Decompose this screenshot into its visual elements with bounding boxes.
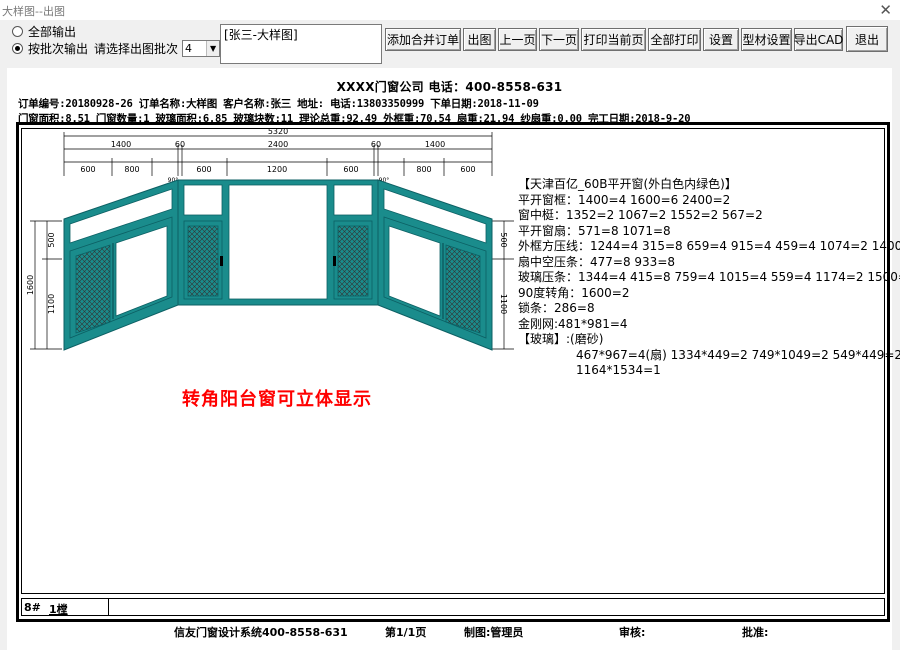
dim-sub-4: 1200 xyxy=(267,165,287,174)
drawing-list[interactable]: [张三-大样图] xyxy=(220,24,382,64)
radio-all-output[interactable]: 全部输出 xyxy=(12,23,76,40)
dim-left-top: 500 xyxy=(47,232,56,247)
next-page-button[interactable]: 下一页 xyxy=(539,28,579,51)
window-quantity: 1樘 xyxy=(49,603,68,616)
dim-top-1: 1400 xyxy=(111,140,131,149)
batch-select[interactable]: 4 ▼ xyxy=(182,40,221,57)
row-divider xyxy=(108,599,109,615)
dim-top-5: 1400 xyxy=(425,140,445,149)
window-number: 8# xyxy=(24,601,41,614)
radio-all-icon[interactable] xyxy=(12,26,23,37)
spec-title: 【天津百亿_60B平开窗(外白色内绿色)】 xyxy=(518,177,737,191)
dim-total: 5320 xyxy=(268,129,288,136)
footer-review: 审核: xyxy=(619,626,646,639)
material-specs: 【天津百亿_60B平开窗(外白色内绿色)】 平开窗框：1400=4 1600=6… xyxy=(518,177,900,379)
radio-batch-output[interactable]: 按批次输出 请选择出图批次 4 ▼ xyxy=(12,40,221,57)
order-info-line: 订单编号:20180928-26 订单名称:大样图 客户名称:张三 地址: 电话… xyxy=(18,98,539,110)
profile-settings-button[interactable]: 型材设置 xyxy=(741,28,792,51)
glass-label: 【玻璃】:(磨砂) xyxy=(518,332,604,346)
close-icon[interactable]: ✕ xyxy=(879,1,892,19)
dim-sub-2: 800 xyxy=(124,165,139,174)
dim-left-total: 1600 xyxy=(26,275,35,295)
dim-right-top: 500 xyxy=(499,232,508,247)
glass-line: 467*967=4(扇) 1334*449=2 749*1049=2 549*4… xyxy=(576,347,900,362)
drawing-frame: 5320 1400 60 2400 60 1400 600 800 600 12… xyxy=(16,122,900,622)
radio-all-label: 全部输出 xyxy=(28,25,77,39)
print-all-button[interactable]: 全部打印 xyxy=(648,28,701,51)
chevron-down-icon[interactable]: ▼ xyxy=(206,41,220,56)
center-section xyxy=(177,179,379,306)
left-wing xyxy=(63,179,179,351)
exit-button[interactable]: 退出 xyxy=(846,26,888,52)
dim-right-bottom: 1100 xyxy=(499,294,508,314)
drawing-list-item[interactable]: [张三-大样图] xyxy=(224,26,378,43)
dim-top-3: 2400 xyxy=(268,140,288,149)
spec-line: 玻璃压条：1344=4 415=8 759=4 1015=4 559=4 117… xyxy=(518,270,900,284)
spec-line: 90度转角：1600=2 xyxy=(518,285,630,300)
print-current-button[interactable]: 打印当前页 xyxy=(581,28,646,51)
title-bar: 大样图--出图 ✕ xyxy=(0,0,900,20)
drawing-area: 5320 1400 60 2400 60 1400 600 800 600 12… xyxy=(21,128,900,594)
dim-top-4: 60 xyxy=(371,140,381,149)
spec-line: 金刚网:481*981=4 xyxy=(518,316,628,331)
batch-select-value: 4 xyxy=(185,42,193,55)
spec-line: 平开窗扇：571=8 1071=8 xyxy=(518,223,671,238)
window-title: 大样图--出图 xyxy=(2,5,65,18)
dim-sub-7: 600 xyxy=(460,165,475,174)
spec-line: 扇中空压条：477=8 933=8 xyxy=(518,254,676,269)
spec-line: 外框方压线：1244=4 315=8 659=4 915=4 459=4 107… xyxy=(518,239,900,253)
dim-top-2: 60 xyxy=(175,140,185,149)
dim-left-bottom: 1100 xyxy=(47,294,56,314)
dim-sub-3: 600 xyxy=(196,165,211,174)
toolbar: 全部输出 按批次输出 请选择出图批次 4 ▼ [张三-大样图] 添加合并订单 出… xyxy=(0,20,900,66)
diagram-caption: 转角阳台窗可立体显示 xyxy=(182,389,372,410)
export-cad-button[interactable]: 导出CAD xyxy=(794,28,843,51)
right-wing xyxy=(377,179,493,351)
glass-line: 1164*1534=1 xyxy=(576,363,661,377)
window-diagram: 5320 1400 60 2400 60 1400 600 800 600 12… xyxy=(26,129,514,351)
footer-system: 信友门窗设计系统400-8558-631 xyxy=(174,626,348,639)
spec-line: 平开窗框：1400=4 1600=6 2400=2 xyxy=(518,192,731,207)
spec-line: 窗中梃：1352=2 1067=2 1552=2 567=2 xyxy=(518,208,763,222)
prev-page-button[interactable]: 上一页 xyxy=(498,28,537,51)
radio-batch-icon[interactable] xyxy=(12,43,23,54)
dim-sub-1: 600 xyxy=(80,165,95,174)
dim-sub-5: 600 xyxy=(343,165,358,174)
window-row: 8# 1樘 xyxy=(21,598,885,616)
company-header: XXXX门窗公司 电话：400-8558-631 xyxy=(336,80,563,94)
batch-select-label: 请选择出图批次 xyxy=(94,42,179,56)
settings-button[interactable]: 设置 xyxy=(703,28,739,51)
footer-approve: 批准: xyxy=(742,626,769,639)
dim-sub-6: 800 xyxy=(416,165,431,174)
output-button[interactable]: 出图 xyxy=(463,28,496,51)
footer-page: 第1/1页 xyxy=(385,626,427,639)
spec-line: 锁条：286=8 xyxy=(518,301,595,315)
add-merge-order-button[interactable]: 添加合并订单 xyxy=(385,28,461,51)
report-page: XXXX门窗公司 电话：400-8558-631 订单编号:20180928-2… xyxy=(7,68,900,650)
footer-maker: 制图:管理员 xyxy=(464,626,524,639)
radio-batch-label: 按批次输出 xyxy=(28,42,89,56)
